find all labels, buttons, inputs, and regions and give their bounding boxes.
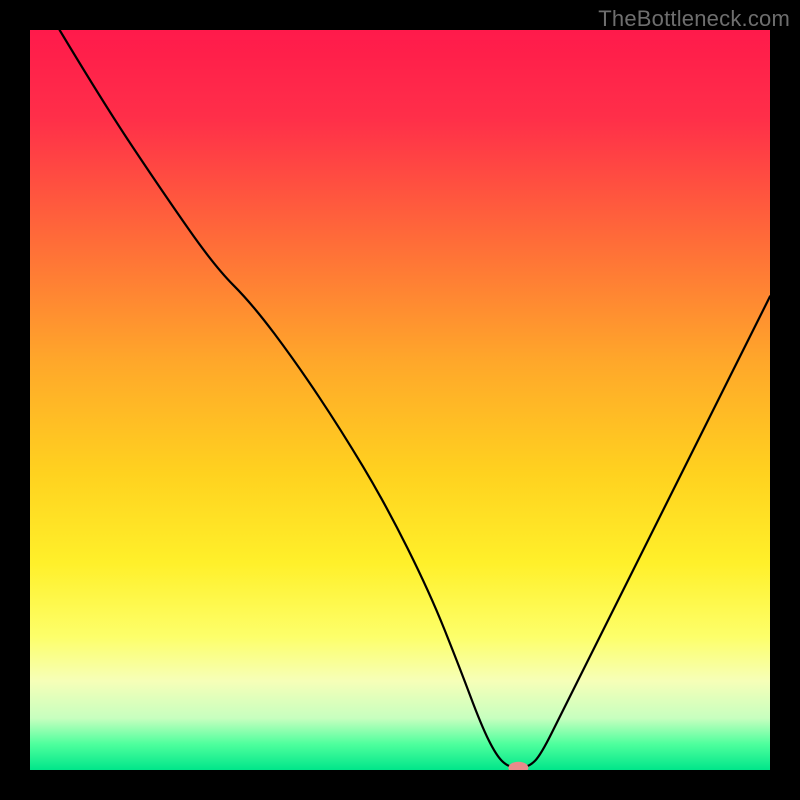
watermark-text: TheBottleneck.com <box>598 6 790 32</box>
chart-container: { "watermark": "TheBottleneck.com", "cha… <box>0 0 800 800</box>
plot-area <box>30 30 770 770</box>
bottleneck-chart <box>30 30 770 770</box>
gradient-background <box>30 30 770 770</box>
